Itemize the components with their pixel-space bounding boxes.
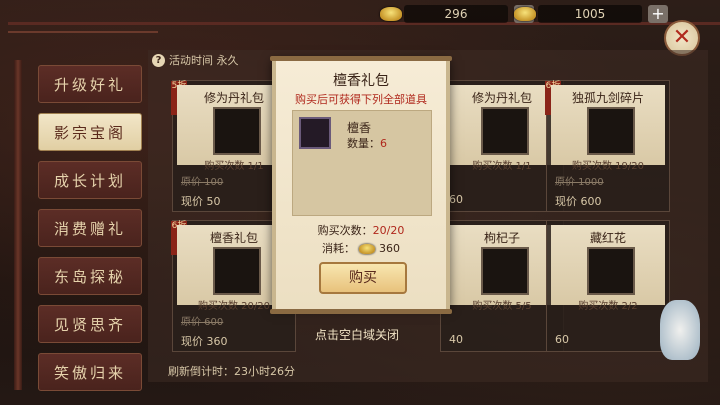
sidebar-item-label: 影宗宝阁 bbox=[53, 123, 126, 142]
shop-card[interactable]: 6折 独孤九剑碎片 购买次数 19/20 原价 1000 现价 600 bbox=[545, 80, 670, 212]
left-pillar bbox=[14, 60, 22, 390]
gold-ingot-icon bbox=[380, 7, 402, 21]
purchase-count: 购买次数 2/2 bbox=[578, 301, 638, 312]
saffron-icon bbox=[587, 247, 635, 295]
incense-icon[interactable] bbox=[299, 117, 331, 149]
current-price: 60 bbox=[555, 333, 569, 346]
sidebar-item-emulate-sages[interactable]: 见贤思齐 bbox=[38, 305, 142, 343]
ingot-amount: 1005 bbox=[538, 5, 642, 23]
sidebar-item-label: 笑傲归来 bbox=[53, 363, 126, 382]
sidebar-item-label: 见贤思齐 bbox=[53, 315, 126, 334]
ingot-currency: 1005 + bbox=[514, 3, 668, 25]
cost-value: 360 bbox=[379, 242, 400, 255]
ingot-icon bbox=[514, 7, 536, 21]
ingot-icon bbox=[359, 244, 375, 254]
sidebar-item-return[interactable]: 笑傲归来 bbox=[38, 353, 142, 391]
sidebar-item-upgrade-gift[interactable]: 升级好礼 bbox=[38, 65, 142, 103]
sidebar-item-shadow-shop[interactable]: 影宗宝阁 bbox=[38, 113, 142, 151]
sidebar: 升级好礼 影宗宝阁 成长计划 消费赠礼 东岛探秘 见贤思齐 笑傲归来 bbox=[38, 65, 142, 401]
refresh-timer: 刷新倒计时：23小时26分 bbox=[168, 363, 295, 379]
card-name: 枸杞子 bbox=[483, 231, 520, 245]
current-price: 40 bbox=[449, 333, 463, 346]
purchase-count: 购买次数 5/5 bbox=[472, 301, 532, 312]
popup-subtitle: 购买后可获得下列全部道具 bbox=[295, 93, 427, 106]
purchase-count: 购买次数 19/20 bbox=[572, 161, 644, 172]
buy-label: 购买次数： bbox=[317, 224, 373, 237]
buy-value: 20/20 bbox=[372, 224, 405, 237]
current-price: 60 bbox=[449, 193, 463, 206]
popup-title: 檀香礼包 bbox=[333, 73, 389, 89]
goji-berry-icon bbox=[481, 247, 529, 295]
sidebar-item-spending-gift[interactable]: 消费赠礼 bbox=[38, 209, 142, 247]
gift-bag-icon bbox=[213, 107, 261, 155]
cost-label: 消耗： bbox=[322, 242, 355, 255]
purchase-count: 购买次数 1/1 bbox=[472, 161, 532, 172]
original-price: 原价 600 bbox=[181, 317, 224, 328]
reward-list: 檀香 数量：6 bbox=[292, 110, 432, 216]
add-ingot-button[interactable]: + bbox=[648, 5, 668, 23]
activity-time: ? 活动时间 永久 bbox=[152, 52, 239, 68]
sidebar-item-east-island[interactable]: 东岛探秘 bbox=[38, 257, 142, 295]
gold-currency: 296 + bbox=[380, 3, 534, 25]
qty-value: 6 bbox=[380, 137, 387, 150]
activity-time-text: 活动时间 永久 bbox=[169, 54, 239, 67]
card-name: 修为丹礼包 bbox=[471, 91, 532, 105]
buy-button[interactable]: 购买 bbox=[319, 262, 407, 294]
book-icon bbox=[587, 107, 635, 155]
reward-item-name: 檀香 bbox=[347, 121, 372, 135]
original-price: 原价 100 bbox=[181, 177, 224, 188]
gift-bag-icon bbox=[481, 107, 529, 155]
roof-frame bbox=[8, 22, 720, 47]
refresh-value: 23小时26分 bbox=[234, 365, 295, 378]
sidebar-item-label: 东岛探秘 bbox=[53, 267, 126, 286]
shop-card[interactable]: 藏红花 购买次数 2/2 60 bbox=[546, 220, 670, 352]
card-name: 藏红花 bbox=[589, 231, 626, 245]
purchase-count-row: 购买次数：20/20 bbox=[276, 222, 446, 238]
sidebar-item-growth-plan[interactable]: 成长计划 bbox=[38, 161, 142, 199]
current-price: 现价 360 bbox=[181, 335, 228, 348]
qty-label: 数量： bbox=[347, 137, 380, 150]
card-name: 独孤九剑碎片 bbox=[571, 91, 644, 105]
current-price: 现价 600 bbox=[555, 195, 602, 208]
refresh-label: 刷新倒计时： bbox=[168, 365, 234, 378]
reward-item-qty: 数量：6 bbox=[347, 135, 387, 151]
sidebar-item-label: 成长计划 bbox=[53, 171, 126, 190]
cost-row: 消耗： 360 bbox=[276, 240, 446, 256]
gift-pack-popup: 檀香礼包 购买后可获得下列全部道具 檀香 数量：6 购买次数：20/20 消耗：… bbox=[270, 56, 452, 314]
currency-bar: 296 + 1005 + bbox=[380, 3, 710, 25]
vase-decoration bbox=[660, 300, 700, 360]
sidebar-item-label: 消费赠礼 bbox=[53, 219, 126, 238]
close-hint: 点击空白域关闭 bbox=[314, 328, 399, 342]
sidebar-item-label: 升级好礼 bbox=[53, 75, 126, 94]
help-icon[interactable]: ? bbox=[152, 53, 165, 67]
gold-amount: 296 bbox=[404, 5, 508, 23]
current-price: 现价 50 bbox=[181, 195, 221, 208]
incense-icon bbox=[213, 247, 261, 295]
original-price: 原价 1000 bbox=[555, 177, 604, 188]
